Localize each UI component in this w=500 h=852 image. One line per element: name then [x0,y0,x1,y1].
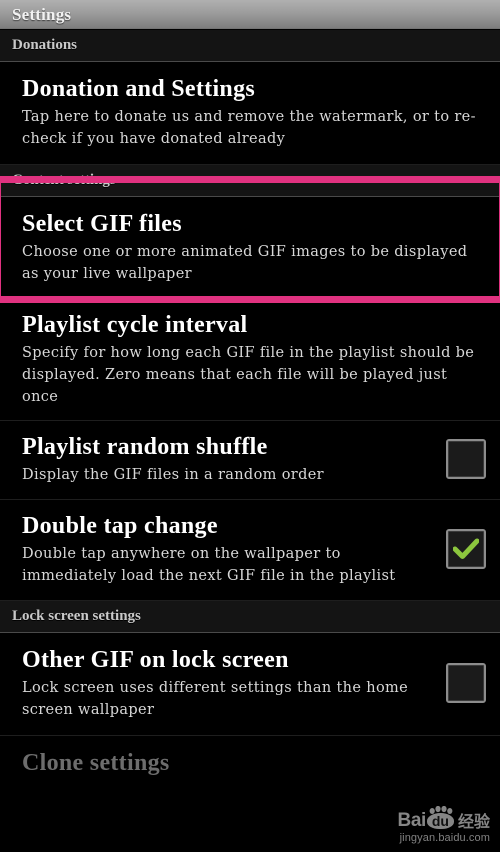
pref-row-donation-and-settings[interactable]: Donation and Settings Tap here to donate… [0,62,500,165]
section-header-label: Donations [12,37,78,53]
pref-title: Select GIF files [22,211,182,237]
pref-texts: Playlist cycle interval Specify for how … [22,310,486,408]
pref-texts: Clone settings [22,748,486,778]
page-title: Settings [12,4,72,24]
pref-summary: Lock screen uses different settings than… [22,680,409,718]
pref-row-select-gif-files[interactable]: Select GIF files Choose one or more anim… [0,197,500,300]
baidu-watermark: Bai du 经验 jingyan.baidu.com [397,806,490,844]
pref-row-playlist-random-shuffle[interactable]: Playlist random shuffle Display the GIF … [0,421,500,500]
pref-row-double-tap-change[interactable]: Double tap change Double tap anywhere on… [0,500,500,601]
section-header-lock-screen-settings: Lock screen settings [0,601,500,633]
pref-summary: Display the GIF files in a random order [22,467,324,483]
pref-title: Playlist cycle interval [22,312,248,338]
pref-row-other-gif-on-lock-screen[interactable]: Other GIF on lock screen Lock screen use… [0,633,500,736]
pref-texts: Other GIF on lock screen Lock screen use… [22,645,432,721]
pref-title: Other GIF on lock screen [22,647,289,673]
pref-summary: Double tap anywhere on the wallpaper to … [22,546,396,584]
pref-row-playlist-cycle-interval[interactable]: Playlist cycle interval Specify for how … [0,300,500,421]
section-header-label: Lock screen settings [12,608,141,624]
section-header-label: Content settings [12,172,116,188]
pref-row-clone-settings[interactable]: Clone settings [0,736,500,778]
title-bar: Settings [0,0,500,30]
check-icon [453,538,479,559]
pref-texts: Select GIF files Choose one or more anim… [22,209,486,285]
watermark-bai: Bai [397,810,427,831]
settings-screen: Settings Donations Donation and Settings… [0,0,500,852]
watermark-du-text: du [431,813,449,829]
section-header-donations: Donations [0,30,500,62]
watermark-url: jingyan.baidu.com [399,832,490,844]
pref-summary: Choose one or more animated GIF images t… [22,244,468,282]
paw-icon [429,806,453,814]
pref-texts: Double tap change Double tap anywhere on… [22,511,432,587]
pref-title: Donation and Settings [22,76,256,102]
section-header-content-settings: Content settings [0,165,500,197]
pref-title: Playlist random shuffle [22,434,268,460]
pref-texts: Donation and Settings Tap here to donate… [22,74,486,150]
pref-title: Double tap change [22,513,218,539]
pref-summary: Specify for how long each GIF file in th… [22,345,475,405]
pref-summary: Tap here to donate us and remove the wat… [22,109,476,147]
checkbox-other-gif-on-lock-screen[interactable] [446,663,486,703]
checkbox-playlist-random-shuffle[interactable] [446,439,486,479]
pref-texts: Playlist random shuffle Display the GIF … [22,432,432,486]
pref-title: Clone settings [22,750,170,776]
baidu-logo: Bai du 经验 [397,806,490,831]
watermark-du: du [426,806,454,829]
watermark-cn: 经验 [457,812,490,831]
checkbox-double-tap-change[interactable] [446,529,486,569]
